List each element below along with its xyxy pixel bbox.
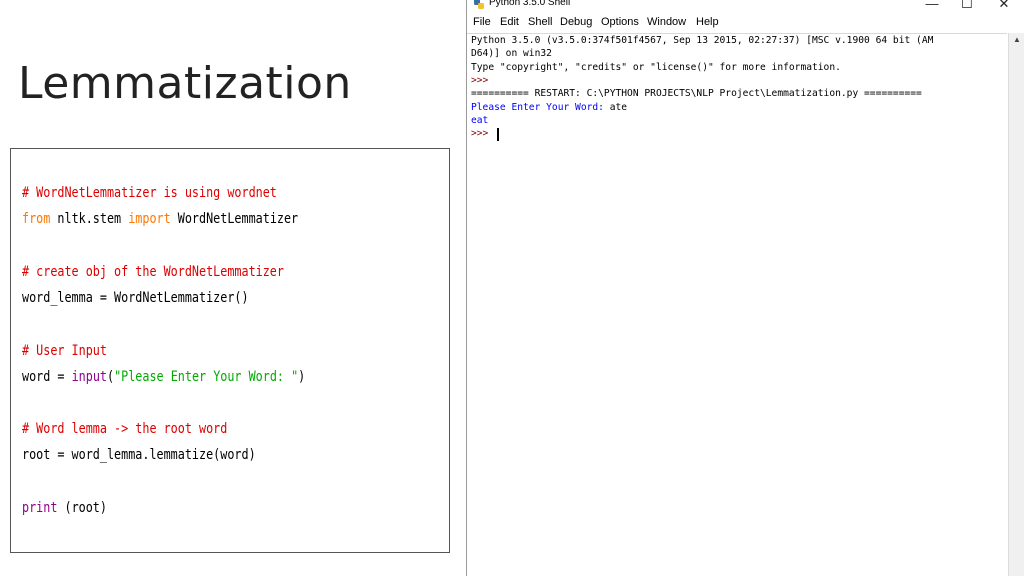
code-line: print (root) — [22, 500, 107, 516]
code-token: word_lemma = WordNetLemmatizer() — [22, 290, 249, 306]
code-line: root = word_lemma.lemmatize(word) — [22, 447, 256, 463]
code-token: # WordNetLemmatizer is using wordnet — [22, 185, 277, 201]
shell-line: eat — [471, 115, 488, 126]
close-button[interactable]: ✕ — [994, 0, 1014, 12]
shell-line-text: Please Enter Your Word: — [471, 101, 610, 113]
code-token: from — [22, 211, 51, 227]
code-token: # Word lemma -> the root word — [22, 421, 228, 437]
text-cursor — [497, 128, 499, 142]
code-token: WordNetLemmatizer — [170, 211, 299, 227]
code-line: from nltk.stem import WordNetLemmatizer — [22, 211, 298, 227]
shell-line: Python 3.5.0 (v3.5.0:374f501f4567, Sep 1… — [471, 35, 933, 46]
shell-line-text: Type "copyright", "credits" or "license(… — [471, 61, 841, 73]
shell-line-text: ========== RESTART: C:\PYTHON PROJECTS\N… — [471, 88, 922, 100]
code-line: word = input("Please Enter Your Word: ") — [22, 369, 305, 385]
maximize-button[interactable]: ☐ — [957, 0, 977, 12]
code-token: # User Input — [22, 343, 107, 359]
menu-options[interactable]: Options — [601, 16, 639, 28]
vertical-scrollbar[interactable]: ▲ — [1008, 33, 1024, 576]
code-token: print — [22, 500, 58, 516]
shell-line: >>> — [471, 128, 494, 139]
shell-line: >>> — [471, 75, 488, 86]
code-line: # User Input — [22, 343, 107, 359]
code-line: # WordNetLemmatizer is using wordnet — [22, 185, 277, 201]
code-token: input — [71, 369, 107, 385]
shell-line-text: >>> — [471, 74, 489, 86]
scroll-up-icon[interactable]: ▲ — [1009, 33, 1024, 47]
minimize-button[interactable]: — — [922, 0, 942, 11]
code-line: word_lemma = WordNetLemmatizer() — [22, 290, 249, 306]
menu-debug[interactable]: Debug — [560, 16, 592, 28]
menu-file[interactable]: File — [473, 16, 491, 28]
shell-text-area[interactable]: Python 3.5.0 (v3.5.0:374f501f4567, Sep 1… — [467, 33, 1007, 577]
shell-line: D64)] on win32 — [471, 48, 552, 59]
code-token: (root) — [57, 500, 107, 516]
window-titlebar[interactable]: Python 3.5.0 Shell — ☐ ✕ — [467, 0, 1024, 12]
code-token: word = — [22, 369, 72, 385]
code-token: nltk.stem — [50, 211, 129, 227]
code-token: "Please Enter Your Word: " — [114, 369, 299, 385]
shell-line-text: >>> — [471, 128, 495, 140]
menu-edit[interactable]: Edit — [500, 16, 519, 28]
code-token: root = word_lemma.lemmatize(word) — [22, 447, 256, 463]
window-title: Python 3.5.0 Shell — [489, 0, 571, 8]
code-token: ) — [298, 369, 306, 385]
code-line: # create obj of the WordNetLemmatizer — [22, 264, 284, 280]
code-token: # create obj of the WordNetLemmatizer — [22, 264, 284, 280]
menu-help[interactable]: Help — [696, 16, 719, 28]
code-token: import — [128, 211, 171, 227]
code-panel: # WordNetLemmatizer is using wordnet from… — [10, 148, 450, 553]
code-line: # Word lemma -> the root word — [22, 421, 227, 437]
shell-line-text: Python 3.5.0 (v3.5.0:374f501f4567, Sep 1… — [471, 35, 934, 46]
shell-line: ========== RESTART: C:\PYTHON PROJECTS\N… — [471, 88, 922, 99]
shell-line: Please Enter Your Word: ate — [471, 102, 627, 113]
shell-line-text: eat — [471, 114, 489, 126]
menu-bar: File Edit Shell Debug Options Window Hel… — [467, 13, 1024, 33]
menu-shell[interactable]: Shell — [528, 16, 552, 28]
slide-title: Lemmatization — [18, 58, 352, 109]
shell-line: Type "copyright", "credits" or "license(… — [471, 62, 841, 73]
code-token: ( — [106, 369, 115, 385]
menu-window[interactable]: Window — [647, 16, 686, 28]
idle-shell-window[interactable]: Python 3.5.0 Shell — ☐ ✕ File Edit Shell… — [466, 0, 1024, 577]
user-input-text: ate — [609, 101, 628, 113]
shell-line-text: D64)] on win32 — [471, 48, 552, 60]
python-logo-icon — [474, 0, 484, 9]
